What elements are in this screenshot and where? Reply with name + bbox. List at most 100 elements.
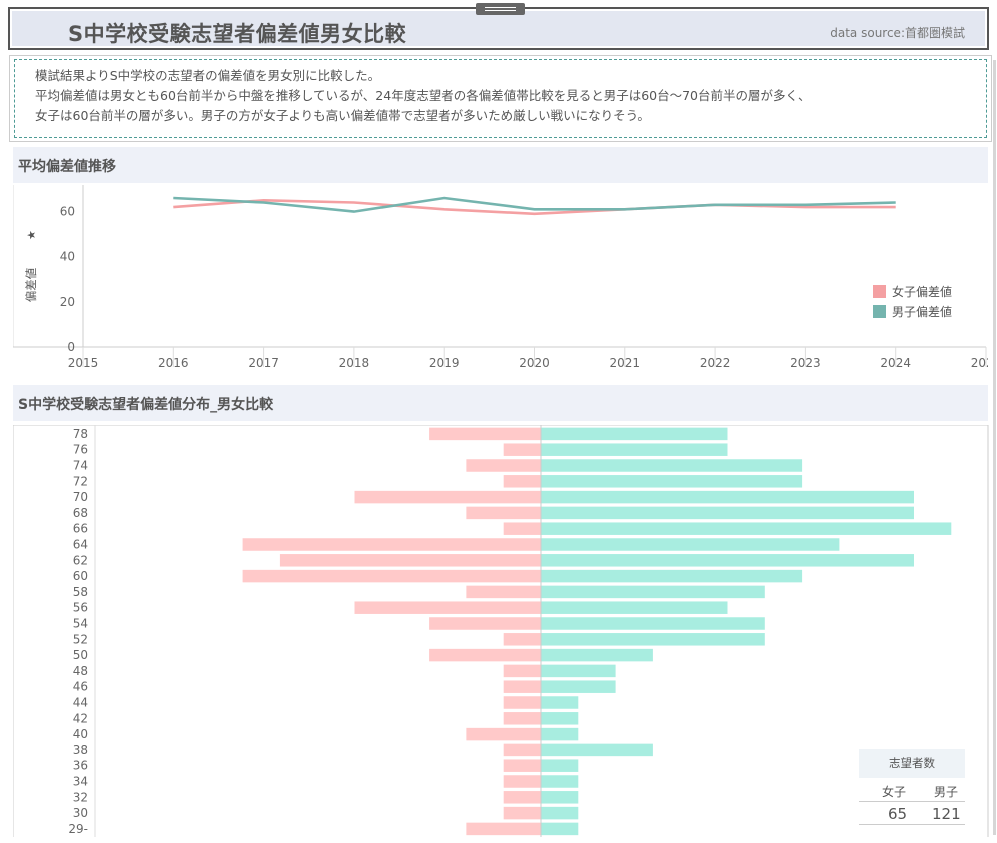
- category-label: 64: [73, 538, 88, 552]
- x-tick-label: 2024: [880, 356, 911, 370]
- bar-female: [503, 759, 541, 772]
- count-table-divider: [859, 801, 965, 802]
- category-label: 29-: [68, 822, 88, 836]
- category-label: 70: [73, 490, 88, 504]
- bar-female: [503, 791, 541, 804]
- x-tick-label: 2022: [700, 356, 731, 370]
- bar-female: [279, 554, 541, 567]
- category-label: 72: [73, 474, 88, 488]
- bar-male: [541, 522, 952, 535]
- bar-female: [466, 459, 541, 472]
- bar-female: [466, 585, 541, 599]
- description-line-3: 女子は60台前半の層が多い。男子の方が女子よりも高い偏差値帯で志望者が多いため厳…: [35, 108, 650, 123]
- bar-male: [541, 664, 616, 678]
- bar-female: [242, 538, 541, 551]
- drag-handle[interactable]: [476, 3, 525, 15]
- bar-male: [541, 680, 616, 693]
- bar-male: [541, 633, 765, 646]
- bar-female: [503, 806, 541, 820]
- bar-male: [541, 459, 803, 472]
- category-label: 78: [73, 427, 88, 441]
- y-tick-label: 60: [60, 205, 75, 219]
- bar-male: [541, 712, 579, 725]
- bar-male: [541, 443, 728, 456]
- bar-male: [541, 490, 914, 504]
- bar-male: [541, 775, 579, 788]
- category-label: 40: [73, 727, 88, 741]
- description-text: 模試結果よりS中学校の志望者の偏差値を男女別に比較した。 平均偏差値は男女とも6…: [14, 59, 987, 138]
- x-tick-label: 2018: [339, 356, 370, 370]
- bar-female: [242, 569, 541, 583]
- category-label: 54: [73, 617, 88, 631]
- bar-female: [503, 522, 541, 535]
- bar-female: [429, 648, 541, 662]
- bar-female: [466, 506, 541, 520]
- bar-male: [541, 585, 765, 599]
- page-title: S中学校受験志望者偏差値男女比較: [68, 22, 407, 46]
- scrollbar-thumb[interactable]: [993, 60, 996, 835]
- bar-female: [503, 664, 541, 678]
- count-table-bottom-line: [859, 824, 965, 825]
- bar-female: [429, 427, 541, 441]
- bar-female: [503, 475, 541, 488]
- category-label: 56: [73, 601, 88, 615]
- x-tick-label: 2021: [610, 356, 641, 370]
- bar-male: [541, 696, 579, 709]
- category-label: 46: [73, 680, 88, 694]
- bar-male: [541, 538, 840, 551]
- bar-male: [541, 743, 653, 757]
- bar-female: [466, 822, 541, 836]
- category-label: 50: [73, 648, 88, 662]
- bar-male: [541, 791, 579, 804]
- category-label: 48: [73, 664, 88, 678]
- x-tick-label: 2017: [248, 356, 279, 370]
- category-label: 36: [73, 759, 88, 773]
- description-panel: 模試結果よりS中学校の志望者の偏差値を男女別に比較した。 平均偏差値は男女とも6…: [9, 55, 992, 142]
- y-axis-label: 偏差値: [24, 267, 38, 302]
- category-label: 42: [73, 711, 88, 725]
- x-tick-label: 2025: [971, 356, 988, 370]
- x-tick-label: 2023: [790, 356, 821, 370]
- description-line-1: 模試結果よりS中学校の志望者の偏差値を男女別に比較した。: [35, 68, 381, 83]
- count-female-value: 65: [888, 805, 908, 823]
- bar-female: [466, 727, 541, 741]
- legend-swatch: [873, 305, 886, 318]
- y-tick-label: 40: [60, 250, 75, 264]
- bar-male: [541, 806, 579, 820]
- line-chart-header: 平均偏差値推移: [13, 147, 988, 183]
- x-tick-label: 2020: [519, 356, 550, 370]
- bar-female: [354, 601, 541, 614]
- bar-male: [541, 822, 579, 836]
- category-label: 68: [73, 506, 88, 520]
- bar-male: [541, 427, 728, 441]
- count-table-title: 志望者数: [859, 749, 965, 778]
- category-label: 30: [73, 806, 88, 820]
- pin-icon: ★: [25, 230, 38, 240]
- bar-female: [503, 443, 541, 456]
- count-female-label: 女子: [882, 785, 907, 799]
- category-label: 52: [73, 632, 88, 646]
- bar-male: [541, 759, 579, 772]
- distribution-frame: [13, 425, 989, 837]
- legend-swatch: [873, 285, 886, 298]
- bar-female: [354, 490, 541, 504]
- distribution-chart: 78 76 7472 70 68 66 6462 60 58 56 5452 50 48 46 4442 40…: [13, 425, 989, 837]
- x-tick-label: 2016: [158, 356, 189, 370]
- category-label: 34: [73, 775, 88, 789]
- bar-female: [503, 696, 541, 709]
- x-tick-label: 2015: [68, 356, 99, 370]
- line-chart: 0 20 40 60 2015 2016 2017 2018 2019 2020 2021 2022 2…: [13, 185, 988, 370]
- bar-male: [541, 506, 914, 520]
- description-line-2: 平均偏差値は男女とも60台前半から中盤を推移しているが、24年度志望者の各偏差値…: [35, 88, 811, 103]
- count-male-label: 男子: [934, 785, 959, 799]
- category-label: 62: [73, 553, 88, 567]
- bar-female: [503, 680, 541, 693]
- category-label: 60: [73, 569, 88, 583]
- data-source: data source:首都圏模試: [830, 26, 965, 40]
- distribution-chart-header: S中学校受験志望者偏差値分布_男女比較: [13, 385, 988, 421]
- category-label: 58: [73, 585, 88, 599]
- bar-female: [429, 617, 541, 630]
- bar-male: [541, 727, 579, 741]
- bar-female: [503, 743, 541, 757]
- legend-label: 男子偏差値: [892, 304, 952, 319]
